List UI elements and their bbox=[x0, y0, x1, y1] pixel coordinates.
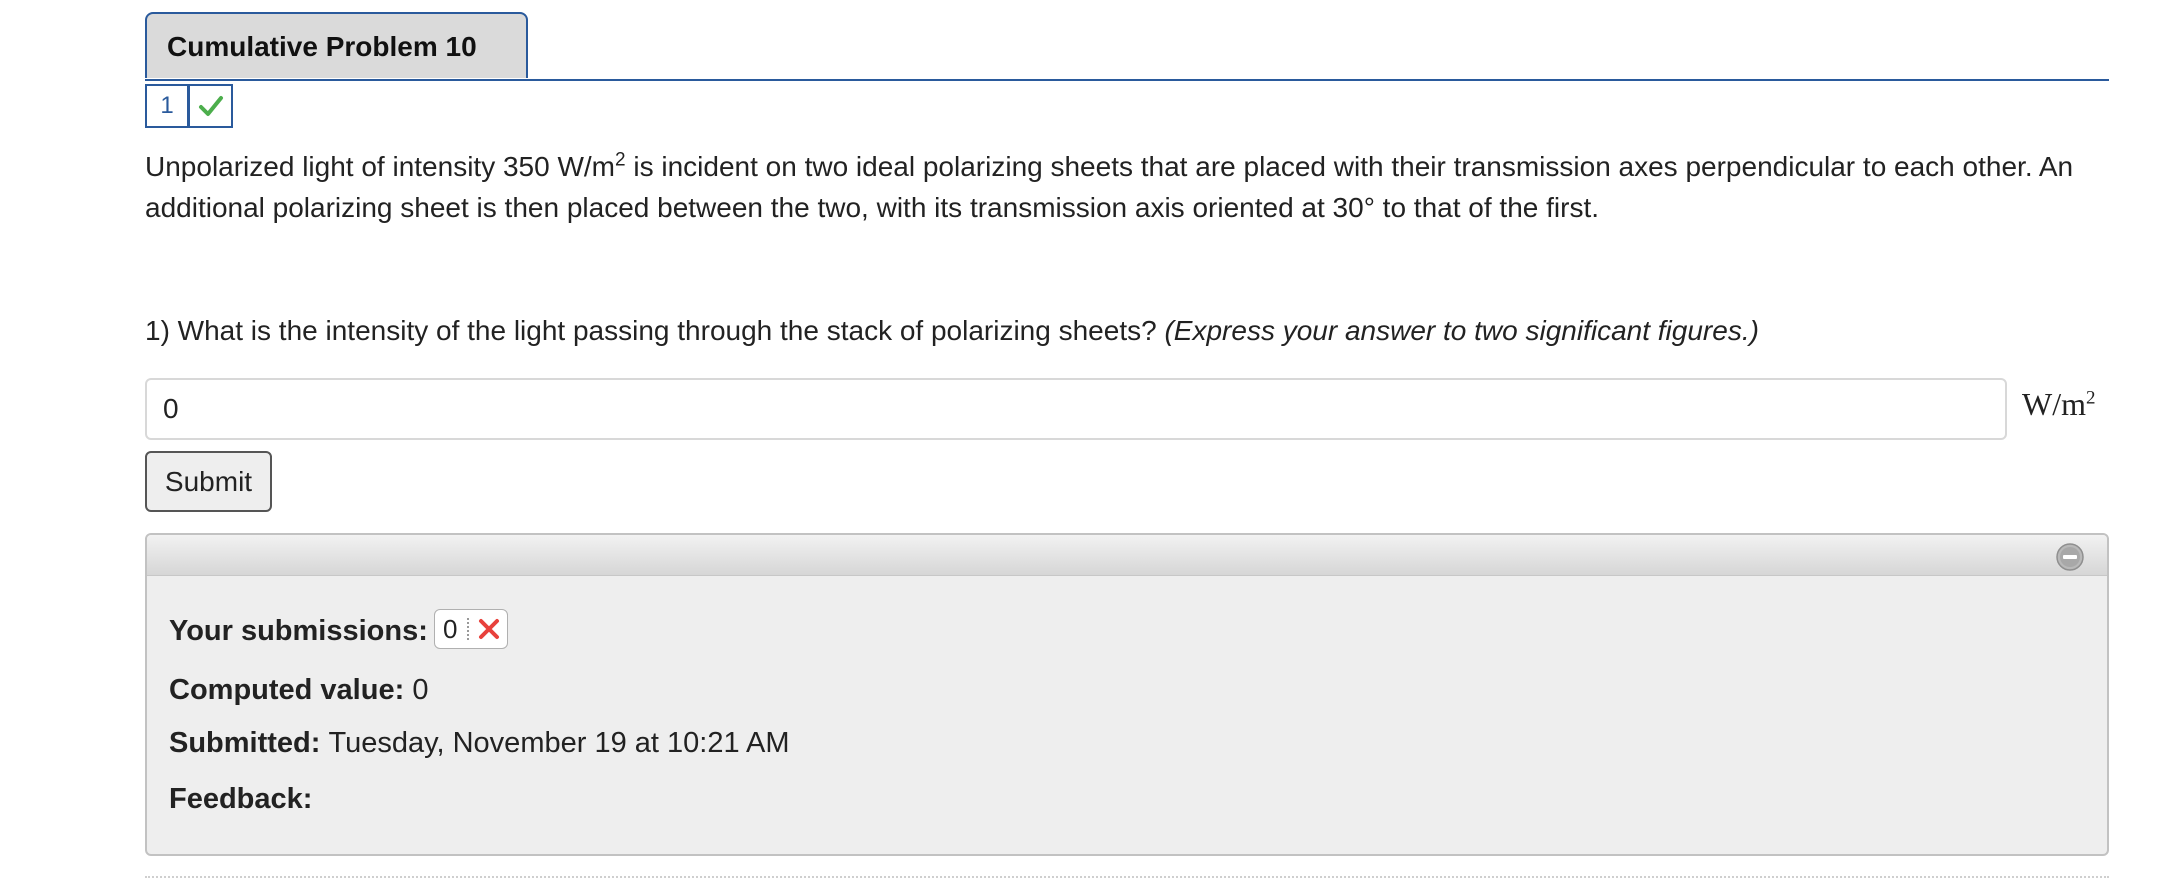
problem-statement: Unpolarized light of intensity 350 W/m2 … bbox=[145, 146, 2120, 228]
submission-value: 0 bbox=[443, 613, 458, 644]
submissions-label: Your submissions: bbox=[169, 615, 428, 647]
problem-text-part1: Unpolarized light of intensity 350 W/m bbox=[145, 151, 615, 182]
divider bbox=[145, 876, 2109, 878]
answer-input[interactable] bbox=[145, 378, 2007, 440]
feedback-row: Feedback: bbox=[169, 783, 312, 816]
attempt-number-button[interactable]: 1 bbox=[145, 84, 189, 128]
problem-page: Cumulative Problem 10 1 Unpolarized ligh… bbox=[0, 0, 2160, 880]
answer-unit: W/m2 bbox=[2022, 386, 2095, 423]
submitted-row: Submitted: Tuesday, November 19 at 10:21… bbox=[169, 727, 790, 760]
tab-cumulative-problem[interactable]: Cumulative Problem 10 bbox=[145, 12, 528, 78]
feedback-label: Feedback: bbox=[169, 783, 313, 815]
computed-label: Computed value: bbox=[169, 674, 413, 706]
submission-panel: Your submissions: 0 Computed value: 0 Su… bbox=[145, 533, 2109, 856]
computed-row: Computed value: 0 bbox=[169, 674, 428, 707]
x-icon bbox=[477, 617, 501, 641]
tab-bar: Cumulative Problem 10 bbox=[145, 12, 2109, 81]
problem-text-sup: 2 bbox=[615, 149, 626, 171]
minus-circle-icon[interactable] bbox=[2055, 542, 2085, 572]
attempt-indicator: 1 bbox=[145, 84, 233, 128]
question-prompt: 1) What is the intensity of the light pa… bbox=[145, 310, 2120, 351]
submitted-label: Submitted: bbox=[169, 727, 329, 759]
submit-button[interactable]: Submit bbox=[145, 451, 272, 512]
submitted-value: Tuesday, November 19 at 10:21 AM bbox=[328, 727, 790, 759]
question-text: 1) What is the intensity of the light pa… bbox=[145, 315, 1165, 346]
check-icon bbox=[189, 84, 233, 128]
unit-base: W/m bbox=[2022, 386, 2086, 422]
computed-value: 0 bbox=[412, 674, 429, 706]
unit-sup: 2 bbox=[2085, 387, 2096, 409]
submission-chip[interactable]: 0 bbox=[434, 609, 509, 649]
submissions-row: Your submissions: 0 bbox=[169, 609, 509, 649]
chip-separator bbox=[467, 618, 470, 640]
question-hint: (Express your answer to two significant … bbox=[1164, 315, 1759, 346]
panel-header bbox=[147, 535, 2107, 576]
